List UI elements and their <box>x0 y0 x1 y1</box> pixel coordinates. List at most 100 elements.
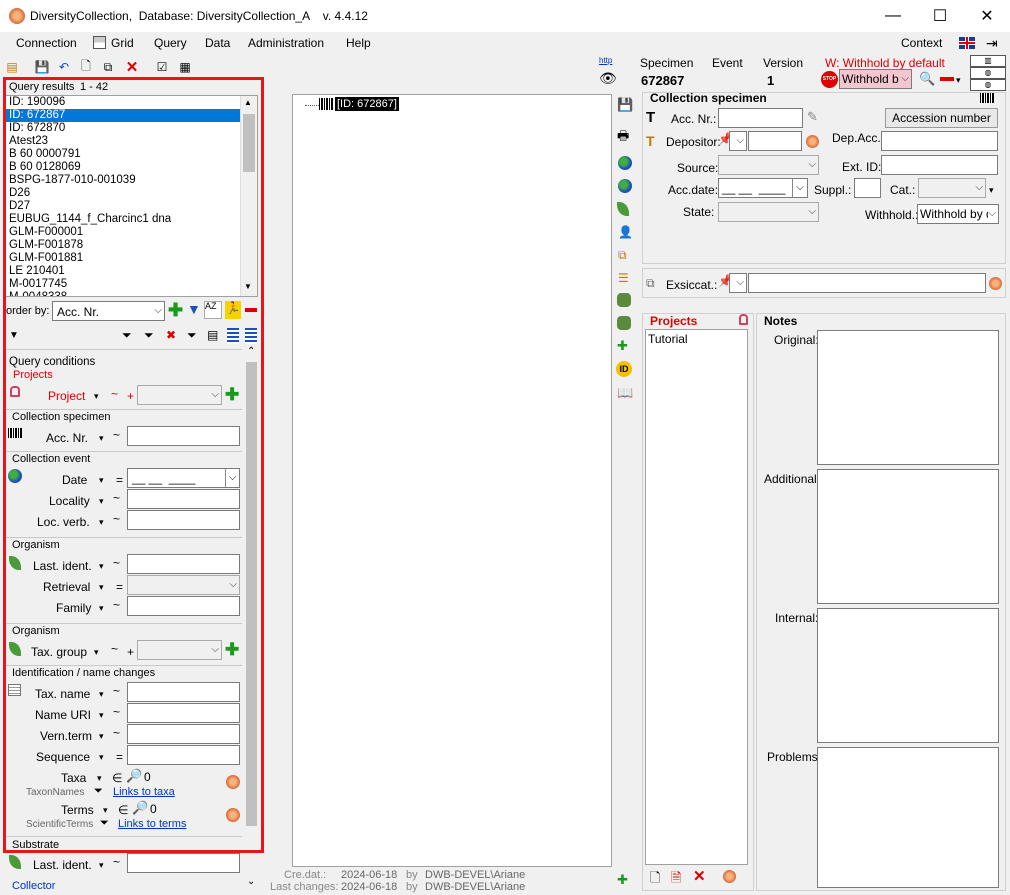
uk-flag-icon[interactable] <box>959 37 975 49</box>
locality-input[interactable] <box>127 489 240 509</box>
tax-name-dropdown[interactable]: ▾ <box>99 689 104 700</box>
taxa-dropdown[interactable]: ▾ <box>97 773 102 784</box>
minus-dropdown[interactable]: ▾ <box>956 75 961 86</box>
book-icon[interactable]: 📖 <box>617 385 633 401</box>
cat-select[interactable]: ⌵ <box>918 178 986 198</box>
menu-grid[interactable]: Grid <box>111 36 134 50</box>
tree-node-selected[interactable]: [ID: 672867] <box>335 97 399 111</box>
calendar-dropdown-icon[interactable]: ⌵ <box>225 469 239 487</box>
list-view-icon[interactable] <box>227 328 239 344</box>
pencil-icon[interactable]: ✎ <box>807 109 818 125</box>
terms-search-icon[interactable]: 🔎 <box>132 800 148 816</box>
result-row[interactable]: ID: 672867 <box>6 109 257 122</box>
result-row[interactable]: GLM-F001878 <box>6 239 257 252</box>
exsiccat-flower-icon[interactable] <box>989 277 1002 290</box>
results-scrollbar[interactable]: ▲ ▼ <box>240 96 257 296</box>
add-tax-group-icon[interactable]: ✚ <box>225 641 239 658</box>
filter-table-icon[interactable]: ▤ <box>207 328 218 342</box>
pin-icon[interactable]: ▼ <box>187 301 201 319</box>
date-picker[interactable]: __ __ ____ ⌵ <box>127 468 240 488</box>
vern-term-input[interactable] <box>127 724 240 744</box>
sort-az-icon[interactable]: AZ <box>204 301 222 319</box>
terms-flower-icon[interactable] <box>226 808 240 822</box>
splitter[interactable] <box>264 56 290 895</box>
minimize-button[interactable]: — <box>870 0 916 32</box>
menu-data[interactable]: Data <box>205 36 230 50</box>
relation-icon[interactable]: ⧉ <box>618 248 627 263</box>
tax-name-input[interactable] <box>127 682 240 702</box>
menu-administration[interactable]: Administration <box>248 36 324 50</box>
result-row[interactable]: EUBUG_1144_f_Charcinc1 dna <box>6 213 257 226</box>
ext-id-input[interactable] <box>881 155 998 175</box>
add-project-icon[interactable]: ✚ <box>225 386 239 403</box>
result-row[interactable]: D26 <box>6 187 257 200</box>
view-globe-button[interactable]: ◍ <box>970 67 1006 79</box>
links-to-terms-link[interactable]: Links to terms <box>118 818 186 830</box>
print-icon[interactable]: 🖶 <box>617 127 629 149</box>
specimen-tree[interactable]: [ID: 672867] <box>292 94 612 867</box>
agent-icon[interactable]: 👤 <box>618 225 633 239</box>
result-row[interactable]: B 60 0128069 <box>6 161 257 174</box>
depositor-dropdown[interactable]: ⌵ <box>729 131 747 151</box>
view-barcode-button[interactable]: ▥ <box>970 55 1006 67</box>
filter-add-icon[interactable]: ⏷ <box>144 328 154 343</box>
acc-date-dropdown-icon[interactable]: ⌵ <box>792 179 807 197</box>
save-specimen-icon[interactable]: 💾 <box>617 97 633 113</box>
conditions-scrollbar[interactable]: ⌃ ⌄ <box>243 346 260 895</box>
menu-context[interactable]: Context <box>901 36 942 50</box>
bottom-add-icon[interactable]: ✚ <box>617 872 628 888</box>
open-query-icon[interactable]: ▤ <box>3 58 21 76</box>
sequence-input[interactable] <box>127 745 240 765</box>
projects-list[interactable]: Tutorial <box>645 329 748 865</box>
project-delete-icon[interactable]: ✕ <box>693 867 706 885</box>
substrate-dropdown[interactable]: ▾ <box>99 860 104 871</box>
last-ident-dropdown[interactable]: ▾ <box>99 561 104 572</box>
event-globe-icon[interactable] <box>618 156 632 170</box>
close-window-button[interactable]: ✕ <box>964 0 1010 32</box>
add-part-icon[interactable]: ✚ <box>617 338 628 354</box>
internal-textarea[interactable] <box>817 608 999 743</box>
part-leaf2-icon[interactable] <box>617 316 631 330</box>
menu-query[interactable]: Query <box>154 36 187 50</box>
substrate-input[interactable] <box>127 853 240 873</box>
result-row[interactable]: ID: 190096 <box>6 96 257 109</box>
result-row[interactable]: ID: 672870 <box>6 122 257 135</box>
withhold-header-select[interactable]: Withhold b ⌵ <box>839 69 912 89</box>
problems-textarea[interactable] <box>817 747 999 888</box>
tax-group-select[interactable]: ⌵ <box>137 640 222 660</box>
eye-icon[interactable]: 👁 <box>599 70 617 87</box>
acc-nr-dropdown[interactable]: ▾ <box>99 433 104 444</box>
original-textarea[interactable] <box>817 330 999 465</box>
result-row[interactable]: GLM-F000001 <box>6 226 257 239</box>
runner-icon[interactable]: 🏃 <box>225 301 241 319</box>
filter-clear-icon[interactable]: ✖ <box>166 328 176 342</box>
taxa-flower-icon[interactable] <box>226 775 240 789</box>
taxa-search-icon[interactable]: 🔎 <box>126 768 142 784</box>
filter-options-icon[interactable]: ⏷ <box>187 328 197 343</box>
cat-extra-dropdown[interactable]: ▾ <box>989 185 994 196</box>
part-leaf-icon[interactable] <box>617 293 631 307</box>
list-view2-icon[interactable] <box>245 328 257 344</box>
project-new-icon[interactable]: 🗋 <box>650 869 660 891</box>
result-row[interactable]: D27 <box>6 200 257 213</box>
acc-nr-input[interactable] <box>127 426 240 446</box>
result-row[interactable]: LE 210401 <box>6 265 257 278</box>
project-dropdown[interactable]: ▾ <box>94 391 99 402</box>
view-globe2-button[interactable]: ◍ <box>970 79 1006 91</box>
collapse-icon[interactable]: ▼ <box>9 330 19 341</box>
withhold-select[interactable]: Withhold by d ⌵ <box>917 204 999 224</box>
exsiccat-dropdown[interactable]: ⌵ <box>729 273 747 293</box>
terms-dropdown[interactable]: ▾ <box>103 805 108 816</box>
tax-group-dropdown[interactable]: ▾ <box>94 647 99 658</box>
http-link[interactable]: http <box>599 56 612 65</box>
result-row[interactable]: M-0048338 <box>6 291 257 296</box>
id-icon[interactable]: ID <box>616 361 632 377</box>
locality-dropdown[interactable]: ▾ <box>99 496 104 507</box>
menu-connection[interactable]: Connection <box>16 36 77 50</box>
exsiccat-input[interactable] <box>748 273 986 293</box>
last-ident-input[interactable] <box>127 554 240 574</box>
grid-view-icon[interactable]: ▦ <box>176 58 194 76</box>
project-select[interactable]: ⌵ <box>137 385 222 405</box>
suppl-input[interactable] <box>854 178 881 198</box>
add-icon[interactable]: ✚ <box>168 301 183 319</box>
